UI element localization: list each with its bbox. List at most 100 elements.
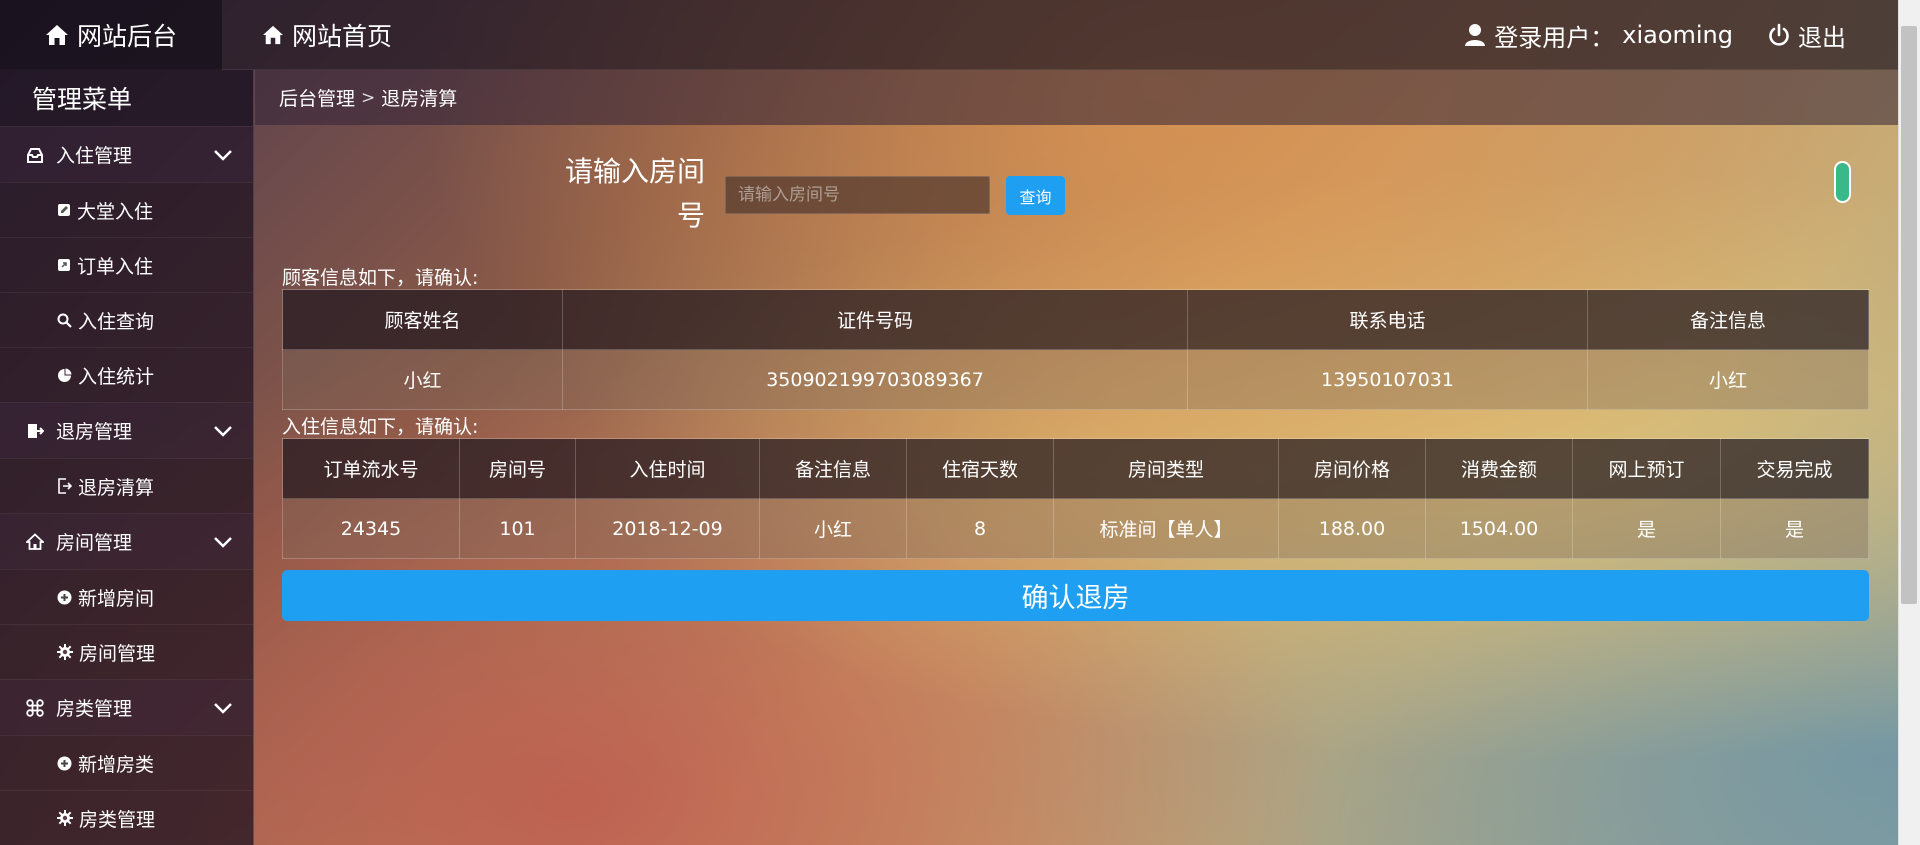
- confirm-checkout-button[interactable]: 确认退房: [282, 570, 1869, 621]
- checkin-table: 订单流水号 房间号 入住时间 备注信息 住宿天数 房间类型 房间价格 消费金额 …: [282, 438, 1869, 559]
- logout-label: 退出: [1798, 23, 1846, 52]
- column-header: 顾客姓名: [282, 289, 563, 350]
- chevron-down-icon: [213, 421, 233, 443]
- column-header: 联系电话: [1187, 289, 1588, 350]
- column-header: 入住时间: [575, 438, 760, 499]
- vertical-scrollbar[interactable]: [1898, 0, 1920, 845]
- column-header: 订单流水号: [282, 438, 460, 499]
- sidebar-item-add-room-type[interactable]: 新增房类: [0, 735, 253, 790]
- gear-icon: [57, 810, 73, 826]
- sidebar-group-room-types[interactable]: 房类管理: [0, 679, 253, 735]
- customer-caption: 顾客信息如下，请确认:: [282, 267, 479, 289]
- sidebar-item-room-manage[interactable]: 房间管理: [0, 624, 253, 679]
- column-header: 房间类型: [1053, 438, 1279, 499]
- chevron-down-icon: [213, 532, 233, 554]
- breadcrumb-current: 退房清算: [381, 88, 458, 110]
- plus-circle-icon: [57, 756, 72, 771]
- breadcrumb-parent[interactable]: 后台管理: [279, 84, 355, 111]
- share-icon: [57, 258, 71, 272]
- table-row: 24345 101 2018-12-09 小红 8 标准间【单人】 188.00…: [282, 498, 1869, 559]
- sidebar-item-label: 新增房类: [78, 753, 155, 776]
- sign-out-icon: [57, 478, 72, 494]
- table-cell: 24345: [282, 498, 460, 559]
- sidebar-item-label: 大堂入住: [77, 200, 154, 223]
- sidebar-group-label: 房类管理: [56, 698, 133, 720]
- sidebar-group-label: 房间管理: [56, 532, 133, 554]
- nav-tab-home-label: 网站首页: [292, 22, 393, 51]
- scrollbar-thumb[interactable]: [1901, 26, 1917, 604]
- sidebar-group-checkout[interactable]: 退房管理: [0, 402, 253, 458]
- sidebar-group-rooms[interactable]: 房间管理: [0, 513, 253, 569]
- search-icon: [57, 313, 72, 328]
- column-header: 证件号码: [562, 289, 1188, 350]
- command-icon: [26, 698, 44, 717]
- user-label: 登录用户：: [1494, 23, 1615, 52]
- current-user: 登录用户： xiaoming: [1464, 0, 1733, 70]
- table-cell: 是: [1572, 498, 1721, 559]
- gear-icon: [57, 644, 73, 660]
- sidebar-group-checkin[interactable]: 入住管理: [0, 126, 253, 182]
- table-cell: 是: [1720, 498, 1869, 559]
- chevron-down-icon: [213, 145, 233, 167]
- user-icon: [1464, 23, 1486, 47]
- sidebar-item-room-type-manage[interactable]: 房类管理: [0, 790, 253, 845]
- column-header: 交易完成: [1720, 438, 1869, 499]
- chevron-down-icon: [213, 698, 233, 720]
- plus-circle-icon: [57, 590, 72, 605]
- table-cell: 350902199703089367: [562, 349, 1188, 410]
- pie-chart-icon: [57, 368, 72, 383]
- query-button[interactable]: 查询: [1006, 176, 1065, 215]
- column-header: 备注信息: [1587, 289, 1869, 350]
- sidebar-item-order-checkin[interactable]: 订单入住: [0, 237, 253, 292]
- sidebar-item-label: 入住统计: [78, 365, 155, 388]
- sidebar-title: 管理菜单: [0, 70, 253, 126]
- sidebar-item-label: 入住查询: [78, 310, 155, 333]
- sidebar-group-label: 入住管理: [56, 145, 133, 167]
- nav-tab-home[interactable]: 网站首页: [262, 0, 392, 70]
- column-header: 房间号: [459, 438, 576, 499]
- breadcrumb: 后台管理 > 退房清算: [255, 70, 1898, 125]
- sidebar-item-label: 退房清算: [78, 476, 155, 499]
- checkin-caption: 入住信息如下，请确认:: [282, 416, 479, 438]
- checkout-icon: [26, 422, 44, 440]
- table-header-row: 顾客姓名 证件号码 联系电话 备注信息: [282, 289, 1869, 350]
- power-icon: [1768, 23, 1790, 47]
- nav-tab-admin-label: 网站后台: [76, 22, 177, 51]
- table-cell: 13950107031: [1187, 349, 1588, 410]
- sidebar-item-lobby-checkin[interactable]: 大堂入住: [0, 182, 253, 237]
- sidebar-item-label: 房间管理: [79, 642, 156, 665]
- sidebar-group-label: 退房管理: [56, 421, 133, 443]
- top-navbar: 网站后台 网站首页 登录用户： xiaoming 退出: [0, 0, 1898, 70]
- sidebar-item-label: 房类管理: [79, 808, 156, 831]
- table-cell: 188.00: [1278, 498, 1426, 559]
- column-header: 住宿天数: [906, 438, 1054, 499]
- table-cell: 8: [906, 498, 1054, 559]
- sidebar-item-checkin-stats[interactable]: 入住统计: [0, 347, 253, 402]
- column-header: 房间价格: [1278, 438, 1426, 499]
- column-header: 网上预订: [1572, 438, 1721, 499]
- sidebar-item-checkin-query[interactable]: 入住查询: [0, 292, 253, 347]
- sidebar-item-label: 订单入住: [77, 255, 154, 278]
- search-label: 请输入房间 号: [540, 150, 705, 238]
- table-cell: 1504.00: [1425, 498, 1573, 559]
- sidebar-item-add-room[interactable]: 新增房间: [0, 569, 253, 624]
- customer-table: 顾客姓名 证件号码 联系电话 备注信息 小红 35090219970308936…: [282, 289, 1869, 410]
- table-cell: 小红: [759, 498, 907, 559]
- search-label-line2: 号: [676, 199, 705, 232]
- search-label-line1: 请输入房间: [564, 155, 705, 188]
- sidebar-item-checkout-settle[interactable]: 退房清算: [0, 458, 253, 513]
- sidebar: 管理菜单 入住管理 大堂入住 订单入住 入住查询 入住统计 退房管理 退房清算 …: [0, 70, 254, 845]
- inbox-icon: [26, 146, 44, 164]
- column-header: 备注信息: [759, 438, 907, 499]
- logout-button[interactable]: 退出: [1768, 0, 1846, 70]
- column-header: 消费金额: [1425, 438, 1573, 499]
- home-outline-icon: [26, 532, 44, 551]
- table-cell: 小红: [1587, 349, 1869, 410]
- table-cell: 小红: [282, 349, 563, 410]
- table-cell: 101: [459, 498, 576, 559]
- room-number-input[interactable]: [725, 176, 990, 214]
- home-icon: [45, 24, 69, 46]
- table-cell: 2018-12-09: [575, 498, 760, 559]
- floating-widget[interactable]: [1834, 161, 1851, 203]
- nav-tab-admin[interactable]: 网站后台: [0, 0, 222, 70]
